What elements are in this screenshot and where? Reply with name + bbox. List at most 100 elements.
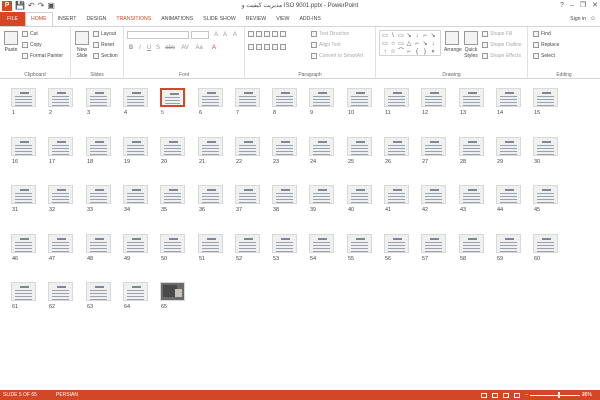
- tab-home[interactable]: HOME: [24, 12, 53, 26]
- bullets-button[interactable]: [248, 31, 286, 37]
- clear-formatting-button[interactable]: A: [231, 31, 239, 39]
- slide-thumbnail[interactable]: [347, 88, 372, 107]
- slide-thumbnail[interactable]: [309, 137, 334, 156]
- change-case-button[interactable]: Aa: [194, 44, 204, 52]
- shape-arc-icon[interactable]: ⌒: [397, 48, 405, 56]
- replace-button[interactable]: Replace: [533, 42, 559, 48]
- shape-connector-icon[interactable]: ⌐: [421, 32, 429, 40]
- decrease-font-size-button[interactable]: A: [221, 31, 229, 39]
- restore-button[interactable]: ❐: [580, 0, 586, 12]
- tab-design[interactable]: DESIGN: [81, 12, 111, 26]
- slide-thumbnail[interactable]: [198, 234, 223, 253]
- paste-button[interactable]: Paste: [3, 31, 19, 53]
- slide-thumbnail[interactable]: [272, 185, 297, 204]
- help-button[interactable]: ?: [560, 0, 564, 12]
- layout-button[interactable]: Layout: [93, 31, 116, 37]
- copy-button[interactable]: Copy: [22, 42, 42, 48]
- slide-thumbnail[interactable]: [235, 137, 260, 156]
- slide-thumbnail[interactable]: [459, 185, 484, 204]
- slide-thumbnail[interactable]: [198, 88, 223, 107]
- increase-font-size-button[interactable]: A: [212, 31, 220, 39]
- shape-brace-left-icon[interactable]: {: [413, 48, 421, 56]
- slide-thumbnail[interactable]: [48, 88, 73, 107]
- slide-thumbnail[interactable]: [496, 185, 521, 204]
- shape-down-arrow-icon[interactable]: ↓: [413, 32, 421, 40]
- shape-oval-icon[interactable]: ○: [389, 40, 397, 48]
- shape-line-icon[interactable]: \: [389, 32, 397, 40]
- reset-button[interactable]: Reset: [93, 42, 114, 48]
- slide-thumbnail[interactable]: [272, 234, 297, 253]
- zoom-slider[interactable]: [530, 394, 580, 396]
- slide-thumbnail[interactable]: [459, 88, 484, 107]
- slide-thumbnail[interactable]: [160, 282, 185, 301]
- slide-thumbnail[interactable]: [123, 282, 148, 301]
- slide-thumbnail[interactable]: [384, 137, 409, 156]
- slide-thumbnail[interactable]: [272, 137, 297, 156]
- slide-thumbnail[interactable]: [533, 234, 558, 253]
- slide-thumbnail[interactable]: [309, 185, 334, 204]
- shape-corner-icon[interactable]: ⌐: [405, 48, 413, 56]
- arrange-button[interactable]: Arrange: [444, 31, 462, 53]
- character-spacing-button[interactable]: AV: [180, 44, 190, 52]
- slide-thumbnail[interactable]: [48, 234, 73, 253]
- slide-thumbnail[interactable]: [235, 88, 260, 107]
- shape-arrow-icon[interactable]: ↘: [405, 32, 413, 40]
- slide-thumbnail[interactable]: [496, 88, 521, 107]
- tab-review[interactable]: REVIEW: [241, 12, 271, 26]
- slide-thumbnail[interactable]: [533, 185, 558, 204]
- slide-thumbnail[interactable]: [11, 234, 36, 253]
- text-shadow-button[interactable]: S: [154, 44, 162, 52]
- normal-view-icon[interactable]: [481, 392, 487, 398]
- tab-transitions[interactable]: TRANSITIONS: [111, 12, 156, 26]
- bold-button[interactable]: B: [127, 44, 135, 52]
- shape-star-icon[interactable]: ☆: [389, 48, 397, 56]
- slide-thumbnail[interactable]: [421, 185, 446, 204]
- shape-textbox-icon[interactable]: ▭: [397, 32, 405, 40]
- select-button[interactable]: Select: [533, 53, 555, 59]
- zoom-slider-handle[interactable]: [558, 392, 560, 398]
- shape-elbow-icon[interactable]: ⌐: [413, 40, 421, 48]
- slide-thumbnail[interactable]: [309, 88, 334, 107]
- new-slide-button[interactable]: New Slide: [73, 31, 91, 59]
- slide-thumbnail[interactable]: [48, 282, 73, 301]
- slide-thumbnail[interactable]: [272, 88, 297, 107]
- shape-brace-right-icon[interactable]: }: [421, 48, 429, 56]
- slide-thumbnail[interactable]: [123, 234, 148, 253]
- face-icon[interactable]: ☺: [590, 12, 596, 26]
- slide-thumbnail[interactable]: [347, 185, 372, 204]
- slide-thumbnail[interactable]: [309, 234, 334, 253]
- close-button[interactable]: ✕: [592, 0, 598, 12]
- slide-thumbnail[interactable]: [86, 282, 111, 301]
- slide-thumbnail[interactable]: [86, 234, 111, 253]
- reading-view-icon[interactable]: [503, 392, 509, 398]
- text-direction-button[interactable]: Text Direction: [311, 31, 349, 37]
- slide-thumbnail[interactable]: [496, 234, 521, 253]
- slide-thumbnail[interactable]: [160, 137, 185, 156]
- slide-thumbnail[interactable]: [198, 137, 223, 156]
- tab-file[interactable]: FILE: [0, 12, 25, 26]
- tab-animations[interactable]: ANIMATIONS: [156, 12, 198, 26]
- slide-thumbnail[interactable]: [160, 185, 185, 204]
- slideshow-view-icon[interactable]: [514, 392, 520, 398]
- language-indicator[interactable]: PERSIAN: [56, 390, 78, 400]
- slide-thumbnail[interactable]: [235, 234, 260, 253]
- slide-thumbnail[interactable]: [384, 234, 409, 253]
- slide-thumbnail[interactable]: [11, 137, 36, 156]
- slide-thumbnail[interactable]: [347, 234, 372, 253]
- minimize-button[interactable]: –: [570, 0, 574, 12]
- shape-rounded-rect-icon[interactable]: ▭: [397, 40, 405, 48]
- alignment-buttons[interactable]: [248, 44, 286, 50]
- tab-slide-show[interactable]: SLIDE SHOW: [198, 12, 241, 26]
- slide-thumbnail[interactable]: [86, 88, 111, 107]
- convert-smartart-button[interactable]: Convert to SmartArt: [311, 53, 363, 59]
- slide-thumbnail[interactable]: [86, 185, 111, 204]
- slide-thumbnail[interactable]: [123, 88, 148, 107]
- italic-button[interactable]: I: [136, 44, 144, 52]
- slide-thumbnail[interactable]: [160, 234, 185, 253]
- slide-thumbnail[interactable]: [384, 88, 409, 107]
- shape-diamond-icon[interactable]: ⋄: [429, 48, 437, 56]
- slide-sorter-view-icon[interactable]: [492, 392, 498, 398]
- slide-thumbnail[interactable]: [235, 185, 260, 204]
- sign-in-link[interactable]: Sign in: [570, 12, 586, 26]
- font-color-button[interactable]: A: [210, 44, 218, 52]
